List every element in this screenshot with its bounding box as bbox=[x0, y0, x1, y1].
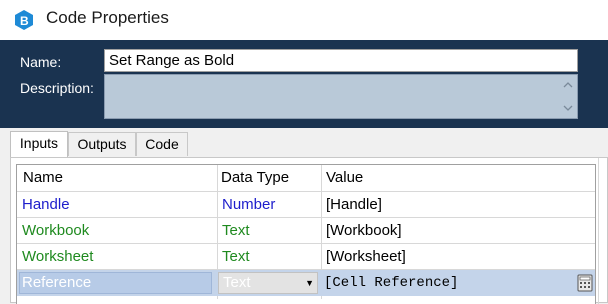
app-icon: B bbox=[15, 10, 33, 30]
vertical-scrollbar[interactable] bbox=[598, 158, 599, 304]
description-label: Description: bbox=[20, 80, 94, 96]
calculator-icon[interactable] bbox=[577, 274, 593, 292]
row-name-editor[interactable]: Reference bbox=[19, 272, 212, 294]
name-label: Name: bbox=[20, 54, 62, 70]
row-data-type[interactable]: Text bbox=[222, 218, 250, 244]
tab-code[interactable]: Code bbox=[136, 132, 188, 156]
row-name[interactable]: Workbook bbox=[22, 218, 89, 244]
svg-text:B: B bbox=[20, 14, 29, 28]
row-value[interactable]: [Workbook] bbox=[326, 218, 402, 244]
column-header-value[interactable]: Value bbox=[326, 165, 363, 191]
row-value-editor[interactable]: [Cell Reference] bbox=[324, 272, 574, 294]
data-type-selected: Text bbox=[223, 274, 251, 291]
row-name[interactable]: Worksheet bbox=[22, 244, 93, 270]
row-data-type[interactable]: Text bbox=[222, 244, 250, 270]
row-value[interactable]: [Handle] bbox=[326, 192, 382, 218]
table-row[interactable]: Handle Number [Handle] bbox=[17, 191, 595, 218]
table-row[interactable]: Workbook Text [Workbook] bbox=[17, 217, 595, 244]
inputs-grid: Name Data Type Value Handle Number [Hand… bbox=[16, 164, 596, 304]
data-type-dropdown[interactable]: Text ▼ bbox=[218, 272, 318, 294]
chevron-up-icon[interactable] bbox=[562, 79, 574, 91]
table-row[interactable]: Worksheet Text [Worksheet] bbox=[17, 243, 595, 270]
tab-outputs[interactable]: Outputs bbox=[68, 132, 136, 156]
table-row-selected[interactable]: Reference Text ▼ [Cell Reference] bbox=[17, 269, 595, 296]
row-data-type[interactable]: Number bbox=[222, 192, 275, 218]
name-field[interactable] bbox=[104, 49, 578, 72]
chevron-down-icon[interactable] bbox=[562, 102, 574, 114]
column-header-name[interactable]: Name bbox=[23, 165, 63, 191]
row-name[interactable]: Handle bbox=[22, 192, 70, 218]
dropdown-arrow-icon[interactable]: ▼ bbox=[305, 273, 314, 293]
description-field[interactable] bbox=[104, 74, 578, 119]
tab-inputs[interactable]: Inputs bbox=[10, 131, 68, 158]
title-bar: B Code Properties bbox=[0, 0, 608, 40]
description-scrollbar[interactable] bbox=[559, 75, 577, 118]
row-value[interactable]: [Worksheet] bbox=[326, 244, 406, 270]
inputs-panel: Name Data Type Value Handle Number [Hand… bbox=[10, 157, 608, 304]
column-header-data-type[interactable]: Data Type bbox=[221, 165, 289, 191]
window-title: Code Properties bbox=[46, 8, 169, 27]
